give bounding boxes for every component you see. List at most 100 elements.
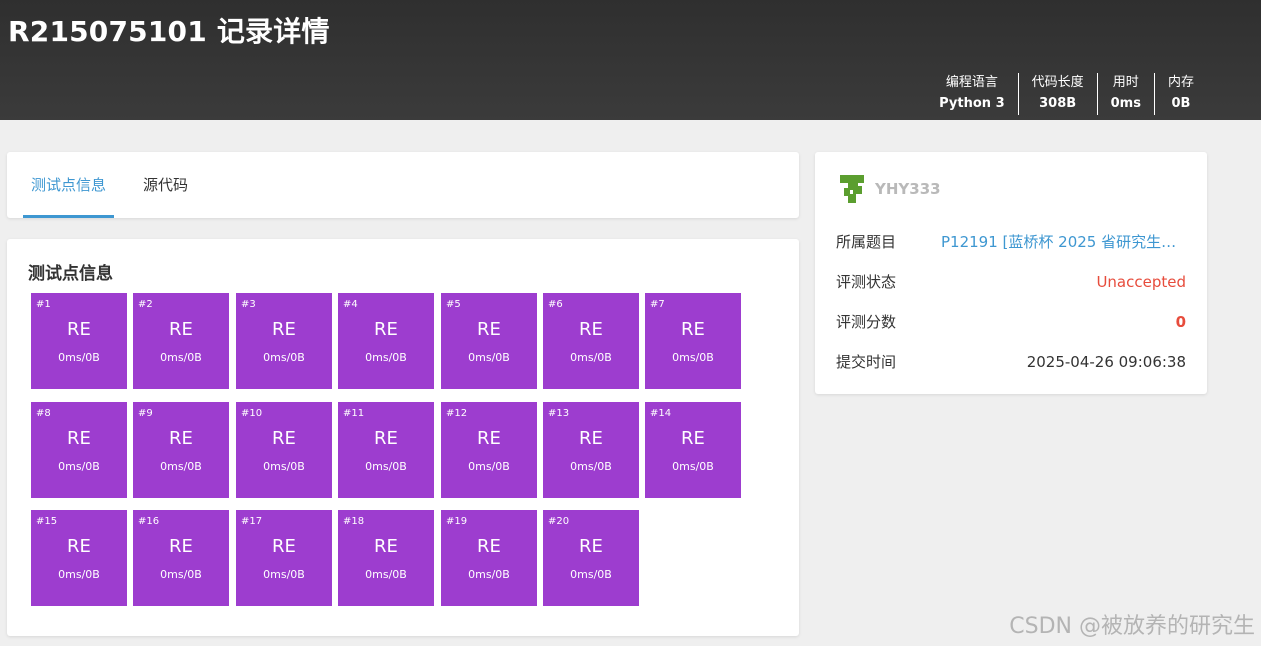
test-case-cell[interactable]: #19 RE 0ms/0B [441, 510, 537, 606]
info-row-submit-time: 提交时间 2025-04-26 09:06:38 [836, 350, 1186, 374]
stat-language: 编程语言 Python 3 [926, 73, 1017, 115]
test-case-number: #13 [548, 408, 570, 419]
test-case-resource: 0ms/0B [160, 460, 202, 473]
test-case-cell[interactable]: #1 RE 0ms/0B [31, 293, 127, 389]
test-case-cell[interactable]: #13 RE 0ms/0B [543, 402, 639, 498]
test-case-resource: 0ms/0B [365, 568, 407, 581]
test-case-number: #14 [650, 408, 672, 419]
score-label: 评测分数 [836, 313, 897, 331]
test-case-status: RE [681, 319, 705, 340]
stat-value: 308B [1039, 96, 1077, 111]
submission-stats: 编程语言 Python 3 代码长度 308B 用时 0ms 内存 0B [926, 73, 1207, 115]
test-case-status: RE [579, 319, 603, 340]
test-case-resource: 0ms/0B [263, 351, 305, 364]
test-case-resource: 0ms/0B [58, 351, 100, 364]
submit-time-label: 提交时间 [836, 353, 897, 371]
test-case-number: #10 [241, 408, 263, 419]
test-case-status: RE [67, 319, 91, 340]
test-case-cell[interactable]: #6 RE 0ms/0B [543, 293, 639, 389]
test-case-resource: 0ms/0B [468, 568, 510, 581]
test-case-status: RE [169, 319, 193, 340]
test-case-cell[interactable]: #18 RE 0ms/0B [338, 510, 434, 606]
problem-label: 所属题目 [836, 233, 897, 251]
test-case-status: RE [374, 319, 398, 340]
test-case-resource: 0ms/0B [672, 351, 714, 364]
stat-value: 0B [1171, 96, 1191, 111]
test-case-cell[interactable]: #3 RE 0ms/0B [236, 293, 332, 389]
test-case-resource: 0ms/0B [570, 568, 612, 581]
test-case-resource: 0ms/0B [58, 460, 100, 473]
test-case-cell[interactable]: #4 RE 0ms/0B [338, 293, 434, 389]
stat-label: 内存 [1167, 75, 1194, 90]
stat-code-length: 代码长度 308B [1017, 73, 1097, 115]
test-case-cell[interactable]: #15 RE 0ms/0B [31, 510, 127, 606]
test-case-number: #8 [36, 408, 51, 419]
test-case-number: #9 [138, 408, 153, 419]
test-case-cell[interactable]: #10 RE 0ms/0B [236, 402, 332, 498]
status-label: 评测状态 [836, 273, 897, 291]
info-row-status: 评测状态 Unaccepted [836, 270, 1186, 294]
user-avatar-icon [840, 175, 864, 203]
stat-memory: 内存 0B [1153, 73, 1207, 115]
test-case-cell[interactable]: #9 RE 0ms/0B [133, 402, 229, 498]
test-case-cell[interactable]: #2 RE 0ms/0B [133, 293, 229, 389]
test-case-status: RE [579, 428, 603, 449]
user-info[interactable]: YHY333 [837, 172, 941, 206]
info-row-problem: 所属题目 P12191 [蓝桥杯 2025 省研究生组] 01 串 [836, 230, 1186, 254]
test-case-cell[interactable]: #5 RE 0ms/0B [441, 293, 537, 389]
test-case-number: #11 [343, 408, 365, 419]
test-case-resource: 0ms/0B [160, 568, 202, 581]
test-case-number: #17 [241, 516, 263, 527]
test-case-status: RE [272, 428, 296, 449]
test-case-number: #4 [343, 299, 358, 310]
tab-source-code[interactable]: 源代码 [143, 152, 188, 218]
test-case-number: #18 [343, 516, 365, 527]
problem-link[interactable]: P12191 [蓝桥杯 2025 省研究生组] 01 串 [941, 230, 1186, 254]
test-case-cell[interactable]: #17 RE 0ms/0B [236, 510, 332, 606]
test-case-number: #19 [446, 516, 468, 527]
test-case-resource: 0ms/0B [570, 460, 612, 473]
test-case-resource: 0ms/0B [58, 568, 100, 581]
test-case-cell[interactable]: #16 RE 0ms/0B [133, 510, 229, 606]
test-case-cell[interactable]: #14 RE 0ms/0B [645, 402, 741, 498]
test-case-number: #6 [548, 299, 563, 310]
test-case-cell[interactable]: #20 RE 0ms/0B [543, 510, 639, 606]
tab-test-info[interactable]: 测试点信息 [22, 152, 115, 218]
submission-info-card: YHY333 所属题目 P12191 [蓝桥杯 2025 省研究生组] 01 串… [815, 152, 1207, 394]
test-case-resource: 0ms/0B [263, 460, 305, 473]
watermark: CSDN @被放养的研究生 [1009, 614, 1255, 639]
test-case-cell[interactable]: #7 RE 0ms/0B [645, 293, 741, 389]
test-case-number: #7 [650, 299, 665, 310]
test-case-resource: 0ms/0B [263, 568, 305, 581]
test-case-resource: 0ms/0B [570, 351, 612, 364]
test-case-status: RE [477, 428, 501, 449]
test-case-resource: 0ms/0B [365, 460, 407, 473]
test-case-status: RE [67, 536, 91, 557]
test-case-resource: 0ms/0B [468, 351, 510, 364]
test-case-status: RE [374, 536, 398, 557]
test-cases-card: 测试点信息 #1 RE 0ms/0B #2 RE 0ms/0B #3 RE 0ms/0B #4 RE… [7, 239, 799, 636]
test-case-status: RE [477, 319, 501, 340]
test-case-number: #1 [36, 299, 51, 310]
page-header: R215075101 记录详情 编程语言 Python 3 代码长度 308B … [0, 0, 1261, 120]
test-case-status: RE [272, 536, 296, 557]
stat-label: 编程语言 [945, 75, 998, 90]
stat-value: 0ms [1110, 96, 1141, 111]
test-case-number: #12 [446, 408, 468, 419]
test-case-number: #16 [138, 516, 160, 527]
info-row-score: 评测分数 0 [836, 310, 1186, 334]
test-case-status: RE [272, 319, 296, 340]
status-value: Unaccepted [1096, 273, 1186, 291]
test-case-number: #3 [241, 299, 256, 310]
test-case-resource: 0ms/0B [160, 351, 202, 364]
test-case-status: RE [681, 428, 705, 449]
test-case-cell[interactable]: #12 RE 0ms/0B [441, 402, 537, 498]
test-case-number: #20 [548, 516, 570, 527]
test-case-status: RE [169, 428, 193, 449]
stat-label: 代码长度 [1031, 75, 1084, 90]
username[interactable]: YHY333 [875, 180, 941, 198]
test-case-cell[interactable]: #11 RE 0ms/0B [338, 402, 434, 498]
stat-label: 用时 [1112, 75, 1139, 90]
test-case-cell[interactable]: #8 RE 0ms/0B [31, 402, 127, 498]
test-case-number: #5 [446, 299, 461, 310]
